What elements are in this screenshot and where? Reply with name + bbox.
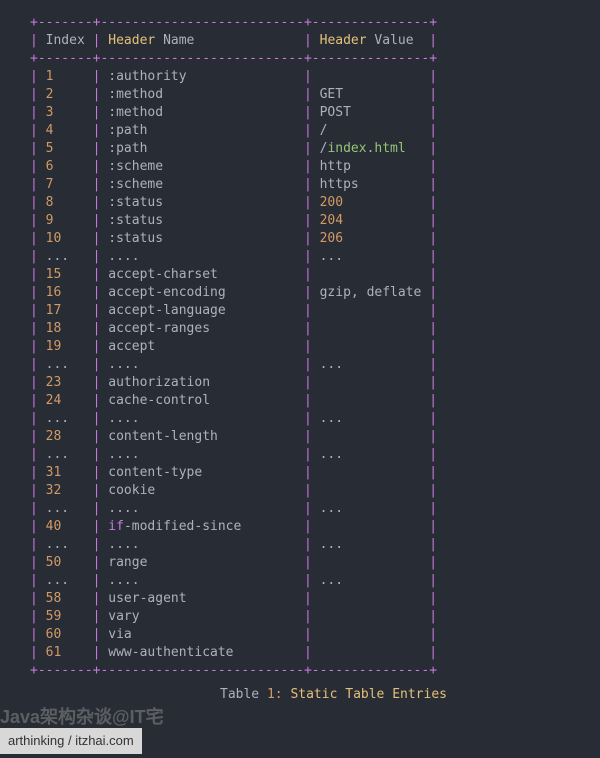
table-caption: Table 1: Static Table Entries: [30, 680, 570, 704]
watermark-text: Java架构杂谈@IT宅: [0, 708, 164, 726]
source-tag: arthinking / itzhai.com: [0, 728, 142, 754]
table-content: +-------+--------------------------+----…: [30, 14, 570, 680]
code-block: +-------+--------------------------+----…: [0, 0, 600, 714]
